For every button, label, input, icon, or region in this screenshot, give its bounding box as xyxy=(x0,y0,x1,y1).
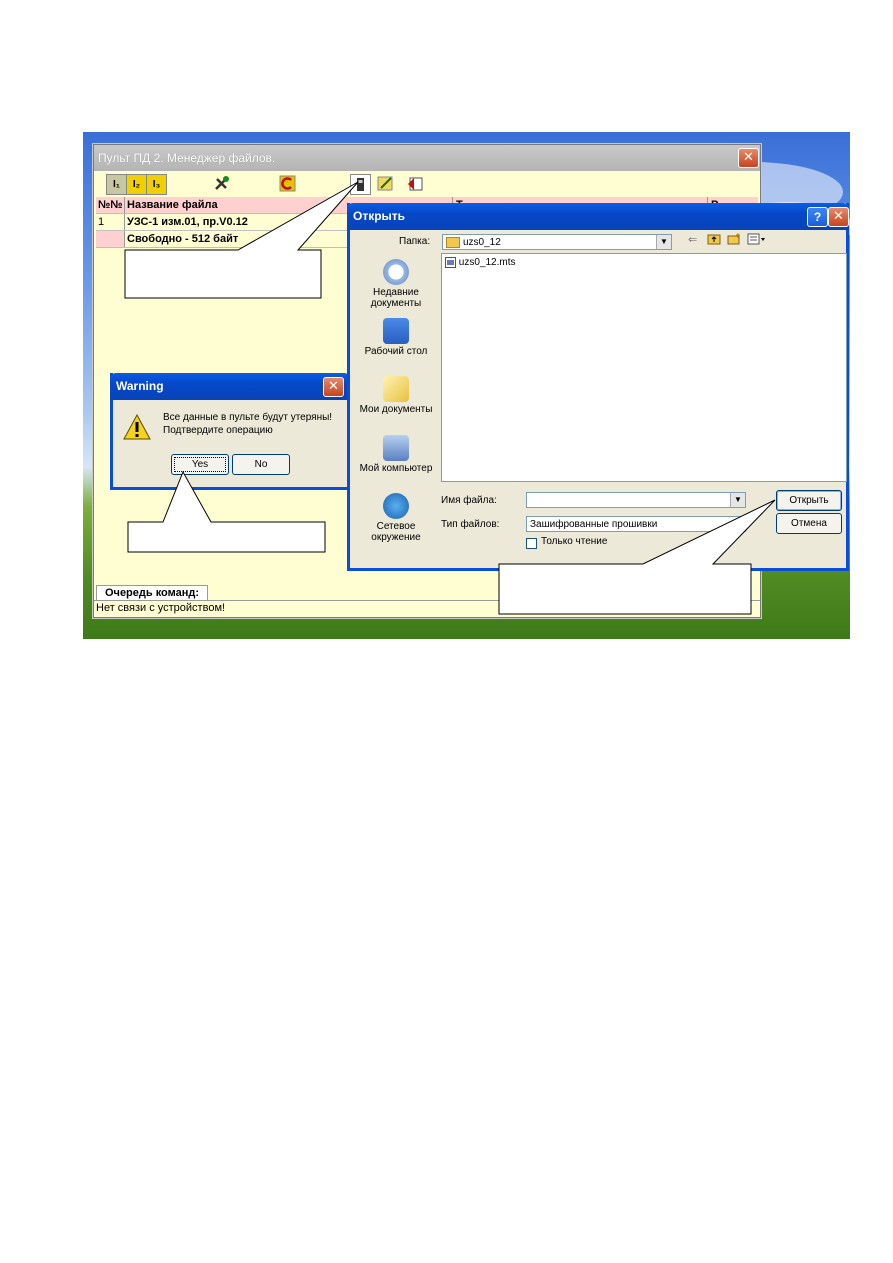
screenshot: Пульт ПД 2. Менеджер файлов. ✕ I₁ I₂ I₃ xyxy=(83,132,850,639)
callout-open xyxy=(498,499,776,615)
